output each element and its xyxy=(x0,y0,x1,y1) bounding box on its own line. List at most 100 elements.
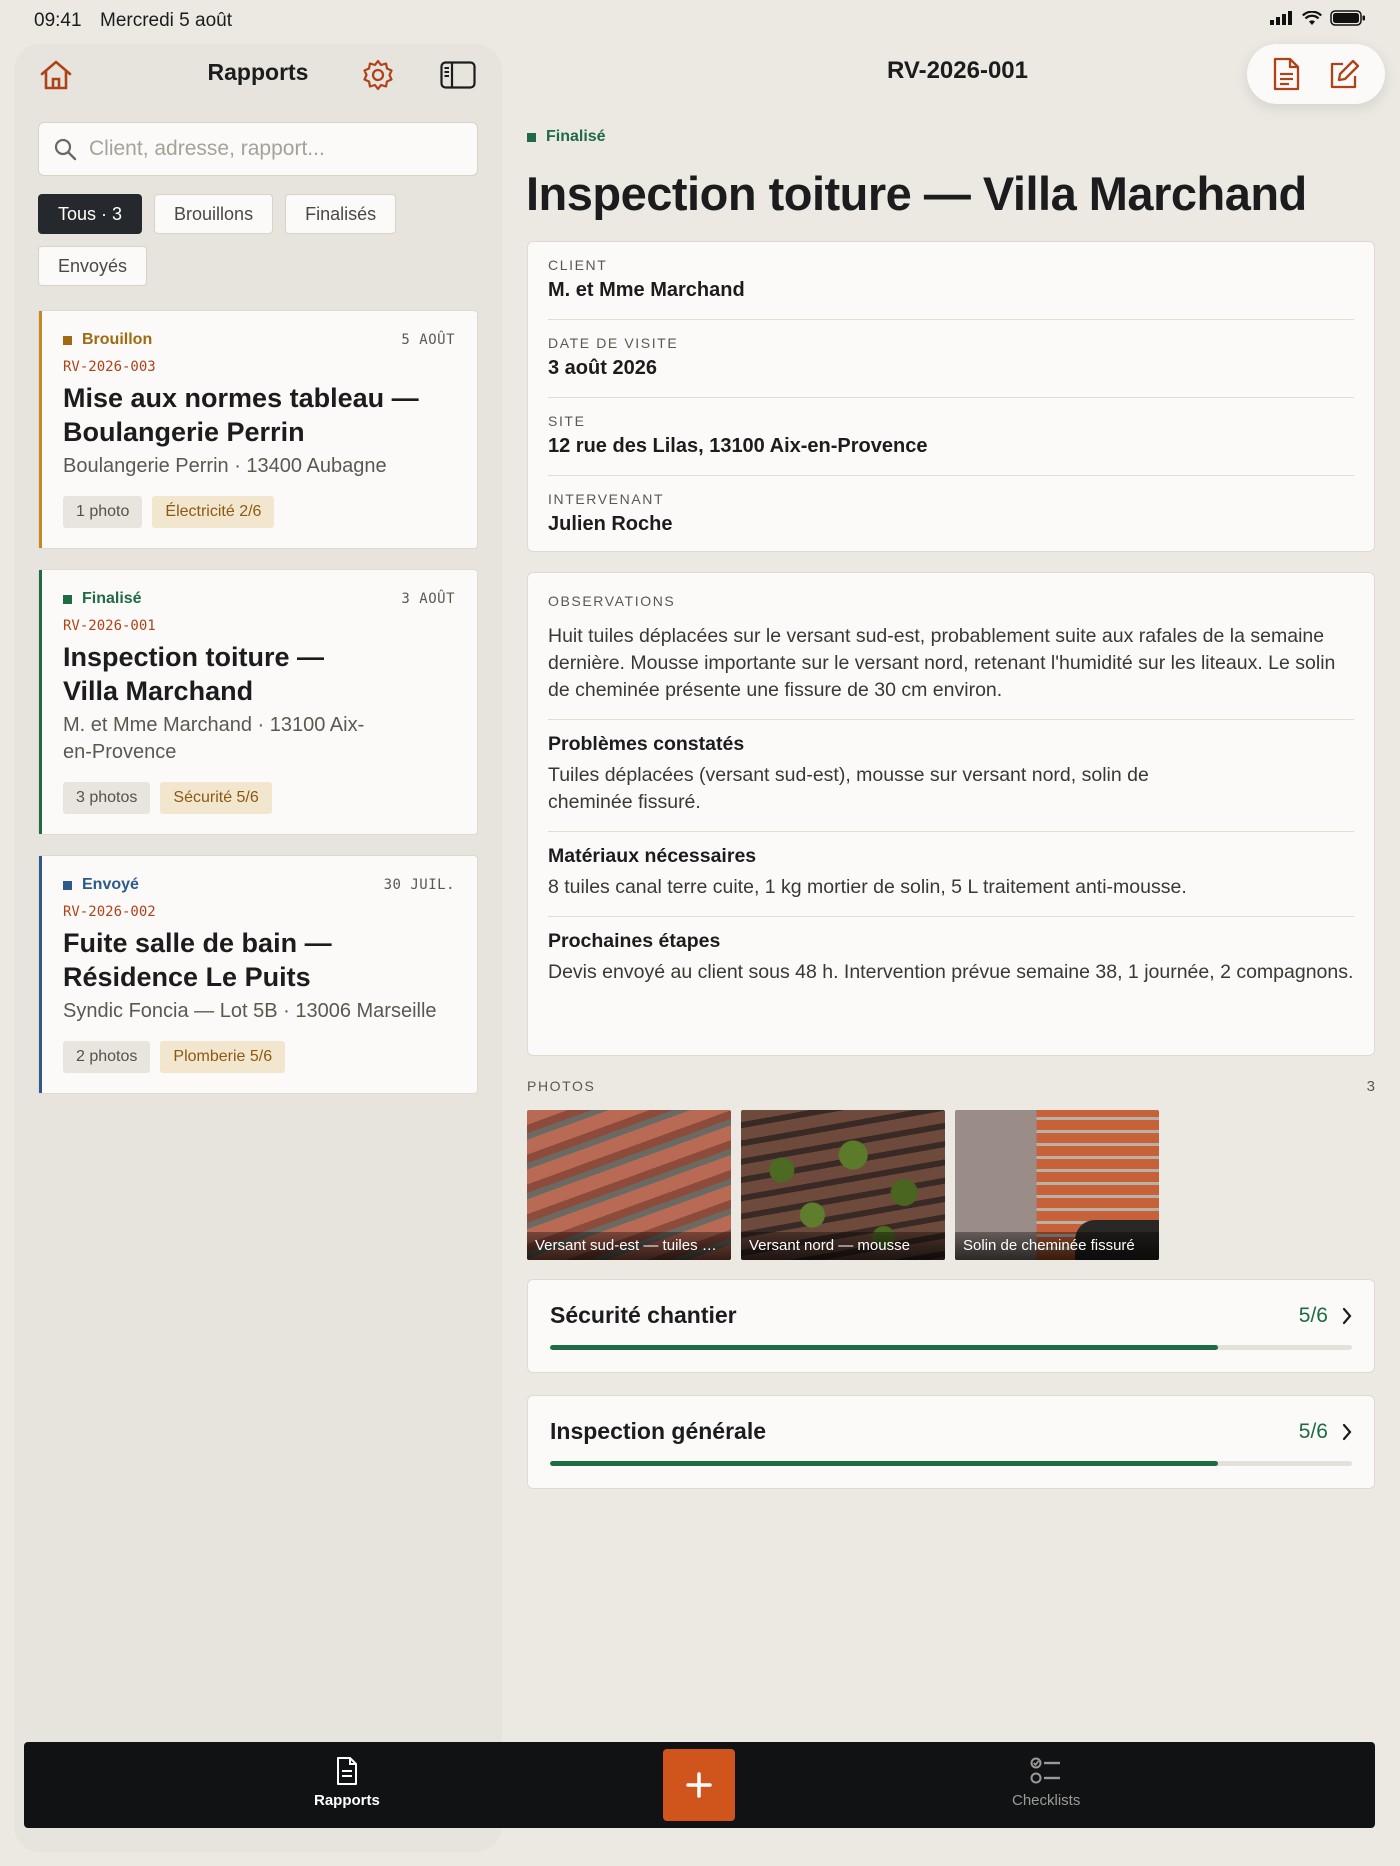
site-label: SITE xyxy=(548,413,586,429)
observations-panel: OBSERVATIONS Huit tuiles déplacées sur l… xyxy=(527,572,1375,1056)
tab-checklists-label: Checklists xyxy=(1012,1792,1081,1809)
detail-status-badge: Finalisé xyxy=(527,128,606,146)
chevron-right-icon xyxy=(1342,1423,1352,1440)
status-time: 09:41 xyxy=(34,10,82,31)
detail-actions xyxy=(1247,44,1385,104)
status-label: Envoyé xyxy=(82,876,139,893)
checklist-progress-fill xyxy=(550,1345,1219,1350)
site-value: 12 rue des Lilas, 13100 Aix-en-Provence xyxy=(548,435,928,457)
report-ref: RV-2026-003 xyxy=(63,359,156,375)
materials-title: Matériaux nécessaires xyxy=(548,845,757,867)
observations-label: OBSERVATIONS xyxy=(548,593,676,609)
problems-section: Problèmes constatés Tuiles déplacées (ve… xyxy=(548,719,1354,816)
checklist-icon xyxy=(1030,1757,1061,1784)
tab-checklists[interactable]: Checklists xyxy=(1012,1756,1080,1809)
status-bar: 09:41 Mercredi 5 août xyxy=(0,0,1400,40)
gear-icon xyxy=(363,59,393,91)
report-ref: RV-2026-001 xyxy=(63,618,156,634)
battery-icon xyxy=(1330,10,1365,26)
checklist-tag: Sécurité 5/6 xyxy=(160,782,272,814)
search-input[interactable] xyxy=(89,137,449,161)
wifi-icon xyxy=(1302,10,1322,25)
client-label: CLIENT xyxy=(548,257,608,273)
photo-thumbnail[interactable]: Versant sud-est — tuiles déplacées xyxy=(527,1110,731,1260)
checklist-progress-bar xyxy=(550,1345,1352,1350)
tab-reports[interactable]: Rapports xyxy=(314,1756,380,1809)
photos-label: PHOTOS xyxy=(527,1078,596,1094)
filter-sent[interactable]: Envoyés xyxy=(38,246,148,286)
photo-caption: Solin de cheminée fissuré xyxy=(955,1232,1159,1260)
tab-reports-label: Rapports xyxy=(314,1792,380,1809)
checklist-tag: Plomberie 5/6 xyxy=(160,1041,286,1073)
visit-date-value: 3 août 2026 xyxy=(548,357,657,379)
filter-drafts[interactable]: Brouillons xyxy=(154,194,274,234)
status-square-icon xyxy=(63,594,72,604)
technician-value: Julien Roche xyxy=(548,513,673,535)
photo-thumbnail[interactable]: Solin de cheminée fissuré xyxy=(955,1110,1159,1260)
settings-button[interactable] xyxy=(354,51,402,99)
info-panel: CLIENT M. et Mme Marchand DATE DE VISITE… xyxy=(527,241,1375,552)
edit-button[interactable] xyxy=(1329,58,1361,90)
report-subtitle: M. et Mme Marchand · 13100 Aix-en-Proven… xyxy=(63,714,365,763)
status-date: Mercredi 5 août xyxy=(100,10,233,31)
app-root: 09:41 Mercredi 5 août Rapports To xyxy=(0,0,1400,1866)
technician-label: INTERVENANT xyxy=(548,491,665,507)
report-date: 5 AOÛT xyxy=(401,332,455,348)
checklist-name: Inspection générale xyxy=(550,1418,767,1444)
sidebar: Rapports Tous · 3 Brouillons Finalisés E… xyxy=(14,44,502,1852)
filter-all[interactable]: Tous · 3 xyxy=(38,194,143,234)
report-date: 30 JUIL. xyxy=(383,877,455,893)
checklist-score-value: 5/6 xyxy=(1298,1303,1328,1327)
status-label: Finalisé xyxy=(82,590,142,607)
status-badge: Brouillon xyxy=(63,331,152,349)
system-indicators xyxy=(1270,10,1366,26)
filter-chips: Tous · 3 Brouillons Finalisés Envoyés xyxy=(38,194,478,286)
materials-text: 8 tuiles canal terre cuite, 1 kg mortier… xyxy=(548,876,1187,898)
search-box[interactable] xyxy=(38,122,478,176)
photo-count-tag: 3 photos xyxy=(63,782,151,814)
report-card[interactable]: Finalisé 3 AOÛT RV-2026-001 Inspection t… xyxy=(38,569,478,835)
client-value: M. et Mme Marchand xyxy=(548,279,745,301)
sidebar-toggle-button[interactable] xyxy=(434,51,482,99)
status-square-icon xyxy=(63,335,72,345)
report-title: Fuite salle de bain — Résidence Le Puits xyxy=(63,928,332,992)
card-accent xyxy=(39,311,42,548)
page-title: Inspection toiture — Villa Marchand xyxy=(526,167,1307,220)
checklist-card-safety[interactable]: Sécurité chantier 5/6 xyxy=(527,1279,1375,1373)
report-title: Inspection toiture — Villa Marchand xyxy=(63,642,325,706)
visit-date-label: DATE DE VISITE xyxy=(548,335,679,351)
report-list: Brouillon 5 AOÛT RV-2026-003 Mise aux no… xyxy=(38,310,478,1114)
search-icon xyxy=(54,138,77,161)
photo-count-tag: 1 photo xyxy=(63,496,143,528)
technician-row: INTERVENANT Julien Roche xyxy=(548,476,1354,554)
report-subtitle: Boulangerie Perrin · 13400 Aubagne xyxy=(63,455,387,477)
filter-finalized[interactable]: Finalisés xyxy=(285,194,397,234)
problems-title: Problèmes constatés xyxy=(548,733,745,755)
document-icon xyxy=(336,1757,357,1785)
new-report-button[interactable] xyxy=(663,1749,735,1821)
site-row: SITE 12 rue des Lilas, 13100 Aix-en-Prov… xyxy=(548,398,1354,476)
photo-strip: Versant sud-est — tuiles déplacées Versa… xyxy=(527,1110,1159,1260)
detail-status-label: Finalisé xyxy=(546,128,606,145)
next-steps-title: Prochaines étapes xyxy=(548,930,721,952)
status-square-icon xyxy=(63,880,72,890)
status-badge: Envoyé xyxy=(63,876,139,894)
photos-header: PHOTOS 3 xyxy=(527,1078,1375,1095)
report-card[interactable]: Envoyé 30 JUIL. RV-2026-002 Fuite salle … xyxy=(38,855,478,1094)
card-accent xyxy=(39,570,42,834)
report-card[interactable]: Brouillon 5 AOÛT RV-2026-003 Mise aux no… xyxy=(38,310,478,549)
checklist-card-inspection[interactable]: Inspection générale 5/6 xyxy=(527,1395,1375,1489)
tab-bar: Rapports Checklists xyxy=(24,1742,1375,1828)
signal-icon xyxy=(1270,11,1292,25)
card-accent xyxy=(39,856,42,1093)
problems-text: Tuiles déplacées (versant sud-est), mous… xyxy=(548,764,1149,813)
report-ref: RV-2026-002 xyxy=(63,904,156,920)
status-square-icon xyxy=(527,132,536,142)
export-pdf-button[interactable] xyxy=(1272,57,1300,91)
checklist-score-value: 5/6 xyxy=(1298,1419,1328,1443)
checklist-progress-bar xyxy=(550,1461,1352,1466)
report-title: Mise aux normes tableau — Boulangerie Pe… xyxy=(63,383,419,447)
report-subtitle: Syndic Foncia — Lot 5B · 13006 Marseille xyxy=(63,1000,437,1022)
photo-thumbnail[interactable]: Versant nord — mousse xyxy=(741,1110,945,1260)
plus-icon xyxy=(686,1772,712,1798)
